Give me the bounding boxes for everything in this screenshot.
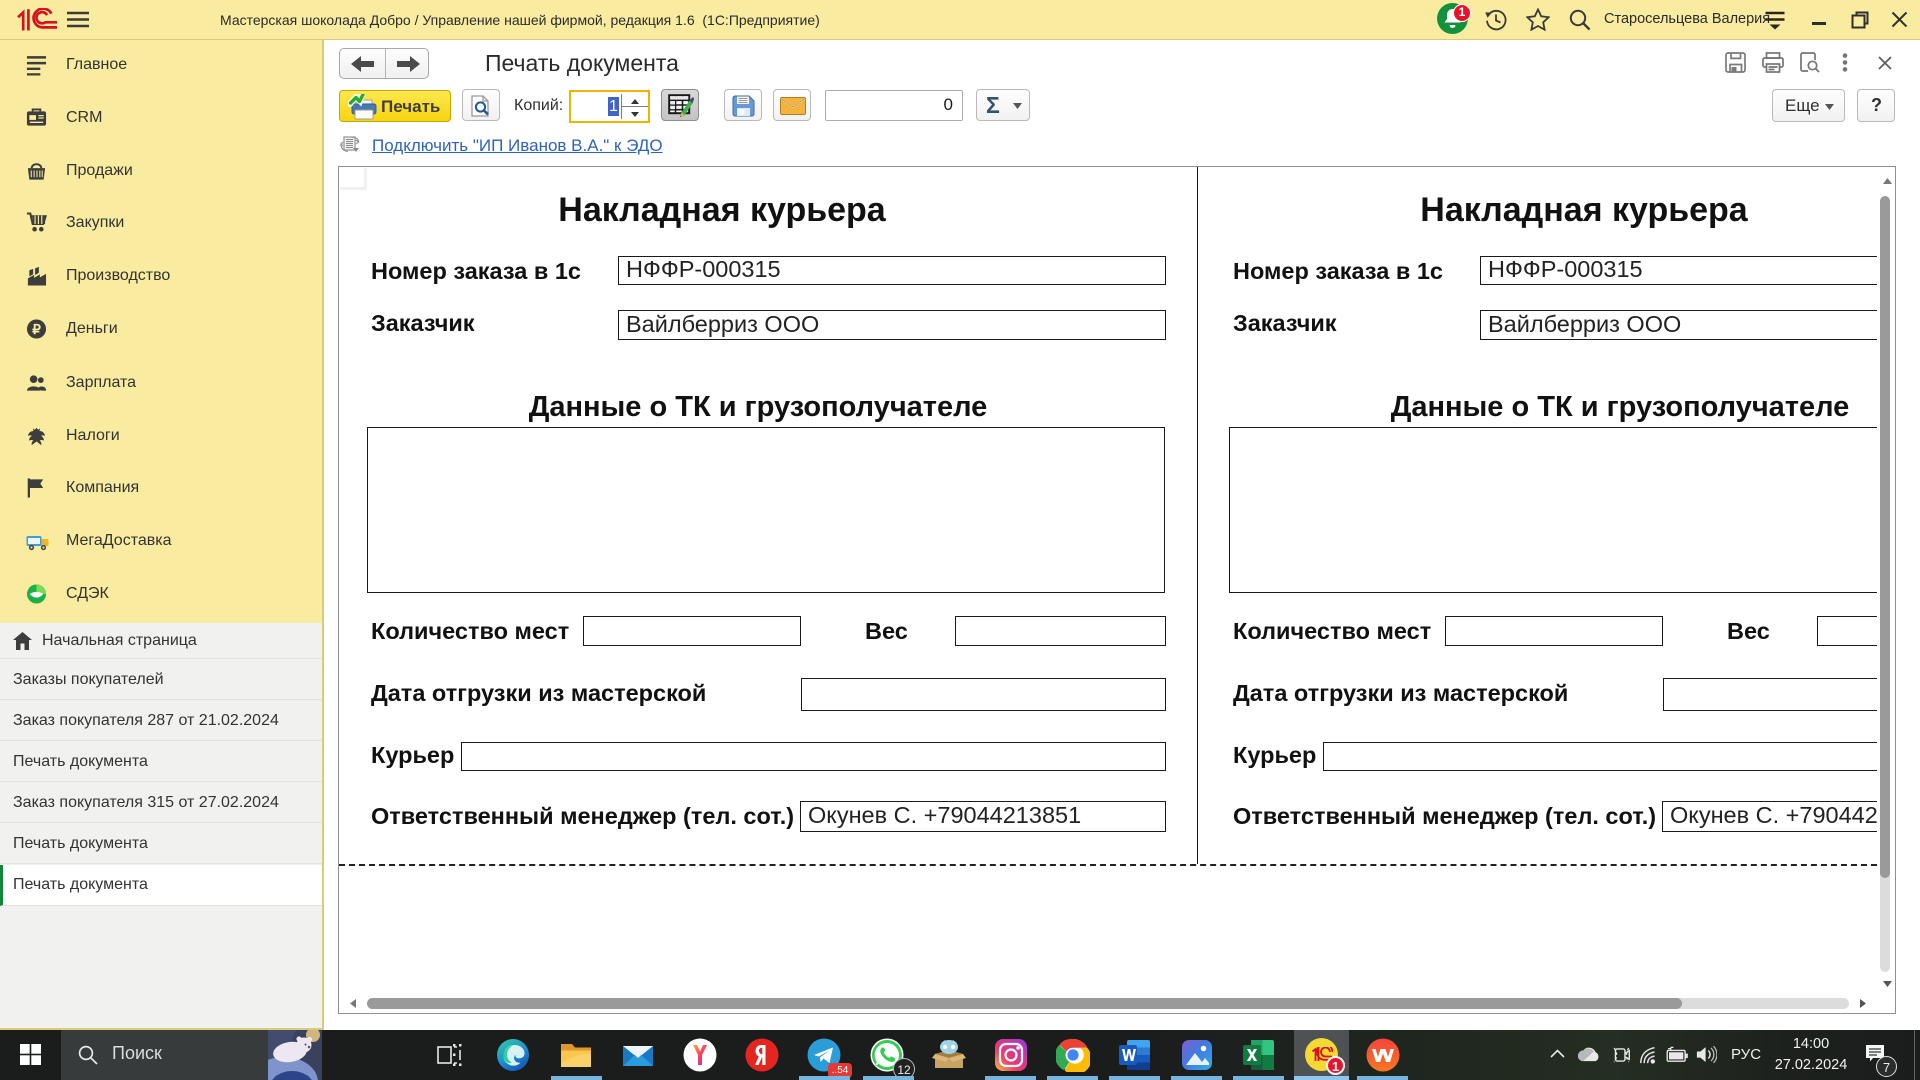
svg-text:₽: ₽ bbox=[32, 321, 41, 336]
